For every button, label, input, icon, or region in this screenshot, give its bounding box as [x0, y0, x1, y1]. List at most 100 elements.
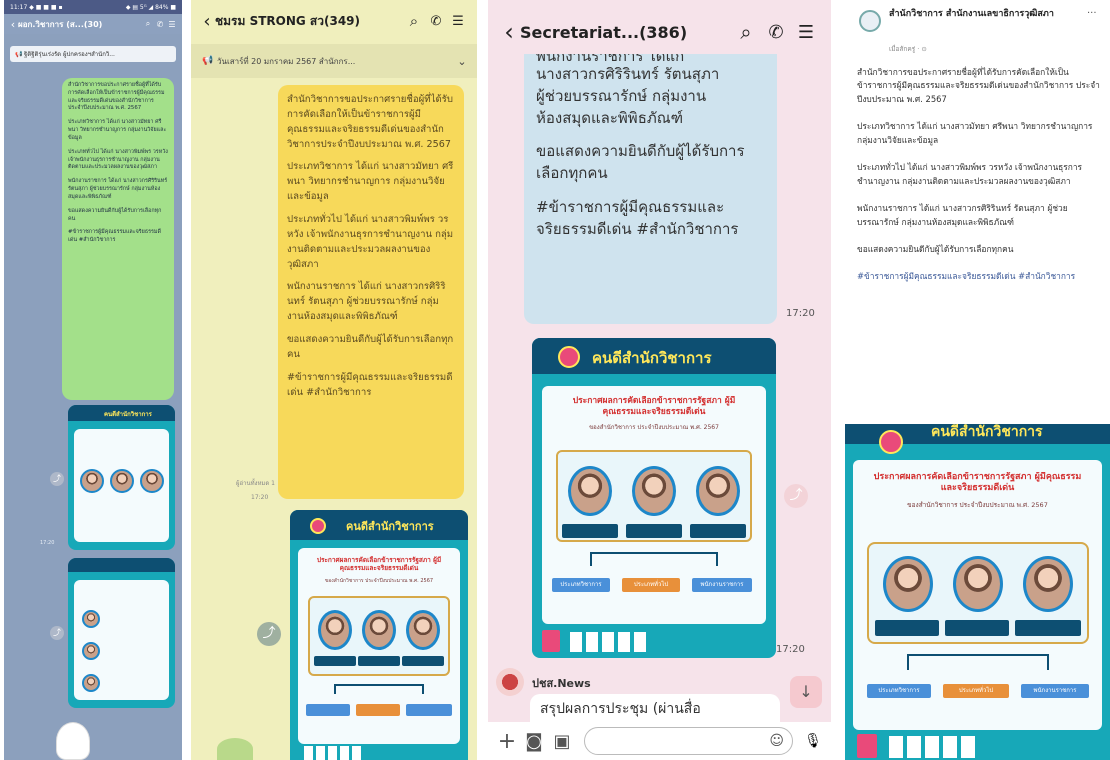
awardee-photo	[82, 674, 100, 692]
phone-icon[interactable]: ✆	[425, 14, 447, 29]
org-connector	[590, 552, 718, 566]
awardee-photo	[568, 466, 612, 516]
message-time: 17:20	[251, 494, 269, 501]
input-bar: + ◙ ▣ ☺ 🎙	[488, 722, 831, 760]
message-input[interactable]: ☺	[584, 727, 793, 755]
sender-avatar[interactable]	[496, 668, 524, 696]
mic-icon[interactable]: 🎙	[801, 733, 825, 749]
category-label: พนักงานราชการ	[692, 578, 752, 592]
awardee-photo	[953, 556, 1003, 612]
poster-image[interactable]: คนดีสำนักวิชาการ	[68, 405, 175, 550]
page-avatar[interactable]	[859, 10, 881, 32]
menu-icon[interactable]: ☰	[166, 20, 178, 29]
status-left: 11:17 ◆ ■ ■ ■ ▪	[10, 3, 63, 11]
menu-icon[interactable]: ☰	[447, 14, 469, 29]
awardee-photo	[1023, 556, 1073, 612]
search-icon[interactable]: ⌕	[731, 20, 761, 44]
message-line: ห้องสมุดและพิพิธภัณฑ์	[536, 108, 684, 127]
status-right: ◆ ▤ 5ᴳ ◢ 84% ■	[125, 3, 176, 11]
status-bar: 11:17 ◆ ■ ■ ■ ▪ ◆ ▤ 5ᴳ ◢ 84% ■	[4, 0, 182, 14]
chat-screen-1: 11:17 ◆ ■ ■ ■ ▪ ◆ ▤ 5ᴳ ◢ 84% ■ ‹ ผอก.วิช…	[4, 0, 182, 760]
back-icon[interactable]: ‹	[498, 18, 520, 46]
awardee-name	[690, 524, 746, 538]
message-bubble[interactable]: สำนักวิชาการขอประกาศรายชื่อผู้ที่ได้รับก…	[278, 85, 464, 499]
poster-image[interactable]: คนดีสำนักวิชาการ ประกาศผลการคัดเลือกข้าร…	[845, 424, 1110, 760]
chat-header: ‹ Secretariat...(386) ⌕ ✆ ☰	[488, 14, 831, 50]
message-line: #ข้าราชการผู้มีคุณธรรมและจริยธรรมดีเด่น …	[68, 229, 161, 244]
facebook-post: สำนักวิชาการ สำนักงานเลขาธิการวุฒิสภา เม…	[845, 0, 1110, 760]
pinned-announcement[interactable]: 📢 ฐิติฐิติรุ่นเร่งรัด ผู้ปกครองฯสำนักวิ.…	[10, 46, 176, 62]
awardee-photo	[406, 610, 440, 650]
message-bubble[interactable]: สำนักวิชาการขอประกาศรายชื่อผู้ที่ได้รับก…	[62, 78, 174, 400]
chat-header: ‹ ผอก.วิชาการ (ส...(30) ⌕ ✆ ☰	[4, 14, 182, 34]
awardee-photo	[362, 610, 396, 650]
chat-title: ผอก.วิชาการ (ส...(30)	[18, 19, 103, 29]
message-line: ประเภทวิชาการ ได้แก่ นางสาวมัทยา ศรีพนา …	[287, 161, 454, 203]
back-icon[interactable]: ‹	[8, 18, 18, 31]
poster-image[interactable]: คนดีสำนักวิชาการ ประกาศผลการคัดเลือกข้าร…	[532, 338, 776, 658]
share-icon[interactable]: ⤴	[50, 626, 64, 640]
search-icon[interactable]: ⌕	[403, 12, 425, 30]
post-line: พนักงานราชการ ได้แก่ นางสาวกรศิริรินทร์ …	[857, 203, 1068, 227]
sticker	[56, 722, 90, 760]
awardee-name	[945, 620, 1009, 636]
message-time: 17:20	[776, 644, 805, 655]
scroll-down-button[interactable]: ↓	[790, 676, 822, 708]
share-icon[interactable]: ⤴	[257, 622, 281, 646]
poster-image[interactable]: คนดีสำนักวิชาการ ประกาศผลการคัดเลือกข้าร…	[290, 510, 468, 760]
phone-icon[interactable]: ✆	[761, 22, 791, 43]
message-line: ขอแสดงความยินดีกับผู้ได้รับการเลือกทุกคน	[68, 207, 162, 222]
seal-logo	[558, 346, 580, 368]
hashtags[interactable]: #ข้าราชการผู้มีคุณธรรมและจริยธรรมดีเด่น …	[857, 270, 1103, 283]
awardee-name	[562, 524, 618, 538]
post-line: สำนักวิชาการขอประกาศรายชื่อผู้ที่ได้รับก…	[857, 67, 1100, 104]
awardee-name	[314, 656, 356, 666]
category-label: ประเภทวิชาการ	[867, 684, 931, 698]
awardee-name	[1015, 620, 1081, 636]
camera-icon[interactable]: ◙	[520, 731, 548, 752]
awardee-photo	[883, 556, 933, 612]
category-label	[356, 704, 400, 716]
share-icon[interactable]: ⤴	[784, 484, 808, 508]
message-preview: สรุปผลการประชุม (ผ่านสื่อ	[540, 701, 701, 717]
page-name[interactable]: สำนักวิชาการ สำนักงานเลขาธิการวุฒิสภา	[889, 8, 1069, 21]
more-options-icon[interactable]: ···	[1087, 8, 1097, 19]
phone-icon[interactable]: ✆	[154, 20, 166, 29]
poster-image[interactable]	[68, 558, 175, 708]
chevron-down-icon[interactable]: ⌄	[455, 55, 469, 68]
message-bubble[interactable]: สรุปผลการประชุม (ผ่านสื่อ	[530, 694, 780, 722]
cartoon-figures	[304, 746, 364, 760]
poster-body: ประกาศผลการคัดเลือกข้าราชการรัฐสภา ผู้มี…	[853, 460, 1102, 730]
plus-icon[interactable]: +	[494, 729, 520, 754]
share-icon[interactable]: ⤴	[50, 472, 64, 486]
poster-title: ประกาศผลการคัดเลือกข้าราชการรัฐสภา ผู้มี…	[572, 396, 736, 417]
sender-name: ปชส.News	[532, 677, 591, 690]
pinned-text: ฐิติฐิติรุ่นเร่งรัด ผู้ปกครองฯสำนักวิ...	[24, 51, 115, 58]
book-icon	[857, 734, 877, 758]
awardee-photo	[110, 469, 134, 493]
pinned-announcement[interactable]: 📢 วันเสาร์ที่ 20 มกราคม 2567 สำนักกร... …	[191, 44, 477, 78]
back-icon[interactable]: ‹	[199, 11, 215, 32]
awardee-photo	[80, 469, 104, 493]
message-line: #ข้าราชการผู้มีคุณธรรมและจริยธรรมดีเด่น …	[536, 197, 739, 238]
poster-title: ประกาศผลการคัดเลือกข้าราชการรัฐสภา ผู้มี…	[316, 556, 442, 573]
awardee-name	[875, 620, 939, 636]
image-icon[interactable]: ▣	[548, 731, 576, 752]
cartoon-figures	[570, 632, 650, 652]
seal-logo	[879, 430, 903, 454]
emoji-icon[interactable]: ☺	[769, 733, 784, 749]
post-line: ขอแสดงความยินดีกับผู้ได้รับการเลือกทุกคน	[857, 243, 1014, 254]
poster-subtitle: ของสำนักวิชาการ ประจำปีงบประมาณ พ.ศ. 256…	[589, 424, 719, 431]
book-icon	[542, 630, 560, 652]
awardee-name	[402, 656, 444, 666]
menu-icon[interactable]: ☰	[791, 22, 821, 43]
message-bubble[interactable]: พนักงานราชการ ได้แก่ นางสาวกรศิริรินทร์ …	[524, 54, 777, 324]
poster-body: ประกาศผลการคัดเลือกข้าราชการรัฐสภา ผู้มี…	[298, 548, 460, 744]
message-line: ประเภททั่วไป ได้แก่ นางสาวพิมพ์พร วรหวัง…	[68, 148, 168, 171]
poster-subtitle: ของสำนักวิชาการ ประจำปีงบประมาณ พ.ศ. 256…	[324, 578, 434, 584]
awardee-photo	[82, 610, 100, 628]
seal-logo	[310, 518, 326, 534]
search-icon[interactable]: ⌕	[142, 19, 154, 29]
pinned-text: วันเสาร์ที่ 20 มกราคม 2567 สำนักกร...	[217, 56, 356, 66]
chat-screen-3: ‹ Secretariat...(386) ⌕ ✆ ☰ พนักงานราชกา…	[488, 0, 831, 760]
